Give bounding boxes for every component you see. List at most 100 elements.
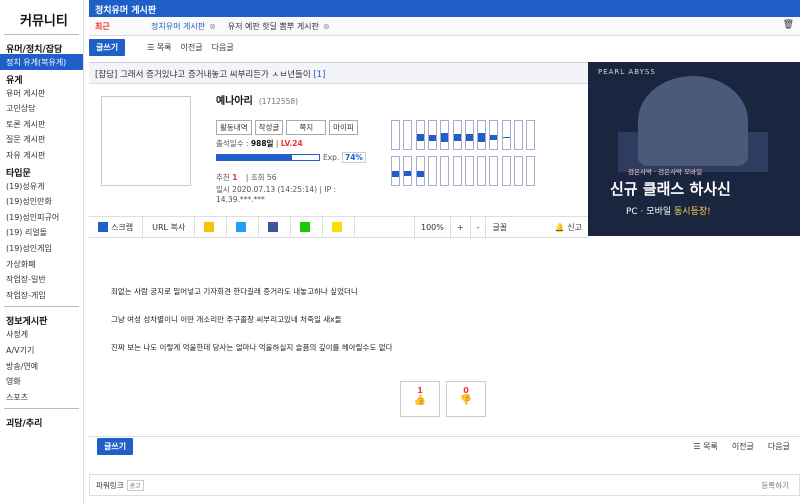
sidebar-item-broadcast[interactable]: 방송/연예 [0,358,83,374]
activity-graph-bar [404,171,412,176]
recent-label: 최근 [95,21,110,31]
board-title[interactable]: 정치유머 게시판 [89,0,800,17]
sidebar-section-info[interactable]: 정보게시판 [0,311,83,327]
activity-graph-cell [501,120,511,150]
posts-button[interactable]: 작성글 [254,120,284,135]
sidebar-item-politics-humor[interactable]: 정치 유게(복유게) [0,54,83,70]
sidebar-item-humor-board[interactable]: 유머 게시판 [0,85,83,101]
downvote-count: 0 [463,386,469,395]
twitter-icon [236,222,247,232]
exp-progress-fill [217,155,293,160]
sidebar-item-debate-board[interactable]: 토론 게시판 [0,116,83,132]
close-icon[interactable]: ⊗ [323,22,330,31]
sidebar-section-yuge[interactable]: 유게 [0,70,83,86]
sidebar-section-typemoon[interactable]: 타입문 [0,163,83,179]
post-stats: 추천 1 | 조회 56 [216,172,276,183]
activity-graph [391,120,536,188]
sidebar-item-crypto[interactable]: 가상화폐 [0,256,83,272]
trash-icon[interactable]: 🗑 [783,20,794,30]
activity-graph-bar [478,133,486,142]
sidebar-item-adult-figures[interactable]: (19)성인피규어 [0,209,83,225]
list-label: 목록 [156,42,172,52]
write-button-bottom[interactable]: 글쓰기 [97,438,134,455]
message-button[interactable]: 쪽지 [286,120,327,135]
bottom-toolbar: 글쓰기 ☰ 목록 이전글 다음글 [89,436,800,456]
recent-link-politics-humor[interactable]: 정치유머 게시판 [151,21,205,32]
activity-graph-cell [403,156,413,186]
prev-post-button-bottom[interactable]: 이전글 [732,441,754,452]
upvote-button[interactable]: 1 👍 [400,381,440,417]
ad-footer: PC · 모바일 동시등장! [626,204,711,217]
ad-footer-right: 동시등장! [674,207,711,217]
bell-icon: 🔔 [554,223,565,232]
ad-footer-left: PC · 모바일 [626,207,672,217]
recent-link-hotdeal[interactable]: 유저 예판 핫딜 뽐뿌 게시판 [228,21,319,32]
activity-graph-cell [427,156,437,186]
sidebar-item-sports[interactable]: 스포츠 [0,389,83,405]
prev-post-button[interactable]: 이전글 [181,42,203,53]
sidebar-item-movie[interactable]: 영화 [0,373,83,389]
bottom-post-nav: ☰ 목록 이전글 다음글 [693,441,790,452]
naver-button[interactable] [291,216,324,238]
activity-graph-cell [489,120,499,150]
activity-button[interactable]: 활동내역 [216,120,252,135]
avatar[interactable] [101,96,191,186]
sidebar-item-workshop-game[interactable]: 작업장-게임 [0,287,83,303]
activity-graph-cell [501,156,511,186]
sidebar-item-sajeongge[interactable]: 사정게 [0,326,83,342]
mypi-button[interactable]: 마이피 [329,120,358,135]
attendance-value: 988일 [250,139,274,148]
zoom-level: 100% [414,217,450,239]
sidebar-item-workshop-general[interactable]: 작업장-일반 [0,271,83,287]
sidebar-item-adult-comics[interactable]: (19)성인만화 [0,193,83,209]
post-body-line: 진짜 보는 나도 이렇게 억울한데 당사는 얼마나 억울하실지 슬픔의 깊이를 … [111,343,393,352]
comment-count[interactable]: [1] [313,70,325,80]
activity-graph-cell [526,120,536,150]
share-bar: 스크랩 URL 복사 100% + - 글꼴 🔔 신고 [89,216,588,239]
powerlink-label: 파워링크 [96,480,124,490]
ad-banner[interactable]: PEARL ABYSS 검은사막 · 검은사막 모바일 신규 클래스 하사신 P… [588,62,800,236]
kakaotalk-button[interactable] [323,216,356,238]
close-icon[interactable]: ⊗ [209,22,216,31]
activity-graph-cell [427,120,437,150]
downvote-button[interactable]: 0 👎 [446,381,486,417]
url-copy-button[interactable]: URL 복사 [143,216,196,238]
sidebar-title[interactable]: 커뮤니티 [0,0,83,30]
report-button[interactable]: 🔔 신고 [555,217,582,239]
kakaostory-button[interactable] [195,216,228,238]
sidebar-item-av-devices[interactable]: A/V기기 [0,342,83,358]
ad-tag: 광고 [126,479,144,491]
sidebar-item-free-board[interactable]: 자유 게시판 [0,147,83,163]
facebook-button[interactable] [259,216,292,238]
sidebar-item-adult-games[interactable]: (19)성인게임 [0,240,83,256]
ip-value: 14.39.***.*** [216,195,265,204]
sidebar-section-mystery[interactable]: 괴담/추리 [0,413,83,429]
author-nick-text: 예나아리 [216,96,253,107]
activity-graph-bar [502,136,510,139]
next-post-button[interactable]: 다음글 [212,42,234,53]
activity-graph-cell [415,156,425,186]
sidebar-section-humor-politics[interactable]: 유머/정치/잡담 [0,39,83,55]
twitter-button[interactable] [227,216,260,238]
write-button[interactable]: 글쓰기 [89,38,126,56]
post-title-text: 그래서 증거있냐고 증거내놓고 씨부리든가 ㅅㅂ년들이 [119,70,311,80]
recommend-count: 1 [232,173,238,182]
sidebar-item-adult-yuge[interactable]: (19)성유게 [0,178,83,194]
zoom-out-button[interactable]: - [469,217,486,239]
scrap-button[interactable]: 스크랩 [89,216,144,238]
scrap-label: 스크랩 [111,222,134,232]
zoom-in-button[interactable]: + [449,217,470,239]
sidebar-item-question-board[interactable]: 질문 게시판 [0,131,83,147]
sidebar-item-real-doll[interactable]: (19) 리얼돌 [0,224,83,240]
list-button-bottom[interactable]: ☰ 목록 [693,441,717,452]
font-button[interactable]: 글꼴 [485,217,513,239]
divider [4,408,79,410]
activity-graph-cell [440,120,450,150]
ip-label: IP : [324,185,337,194]
register-link[interactable]: 등록하기 [761,480,789,491]
author-nick[interactable]: 예나아리 (1712558) [216,92,298,107]
list-button[interactable]: ☰ 목록 [147,42,171,53]
sidebar-item-counseling[interactable]: 고민상담 [0,100,83,116]
next-post-button-bottom[interactable]: 다음글 [768,441,790,452]
activity-graph-bar [428,134,436,141]
